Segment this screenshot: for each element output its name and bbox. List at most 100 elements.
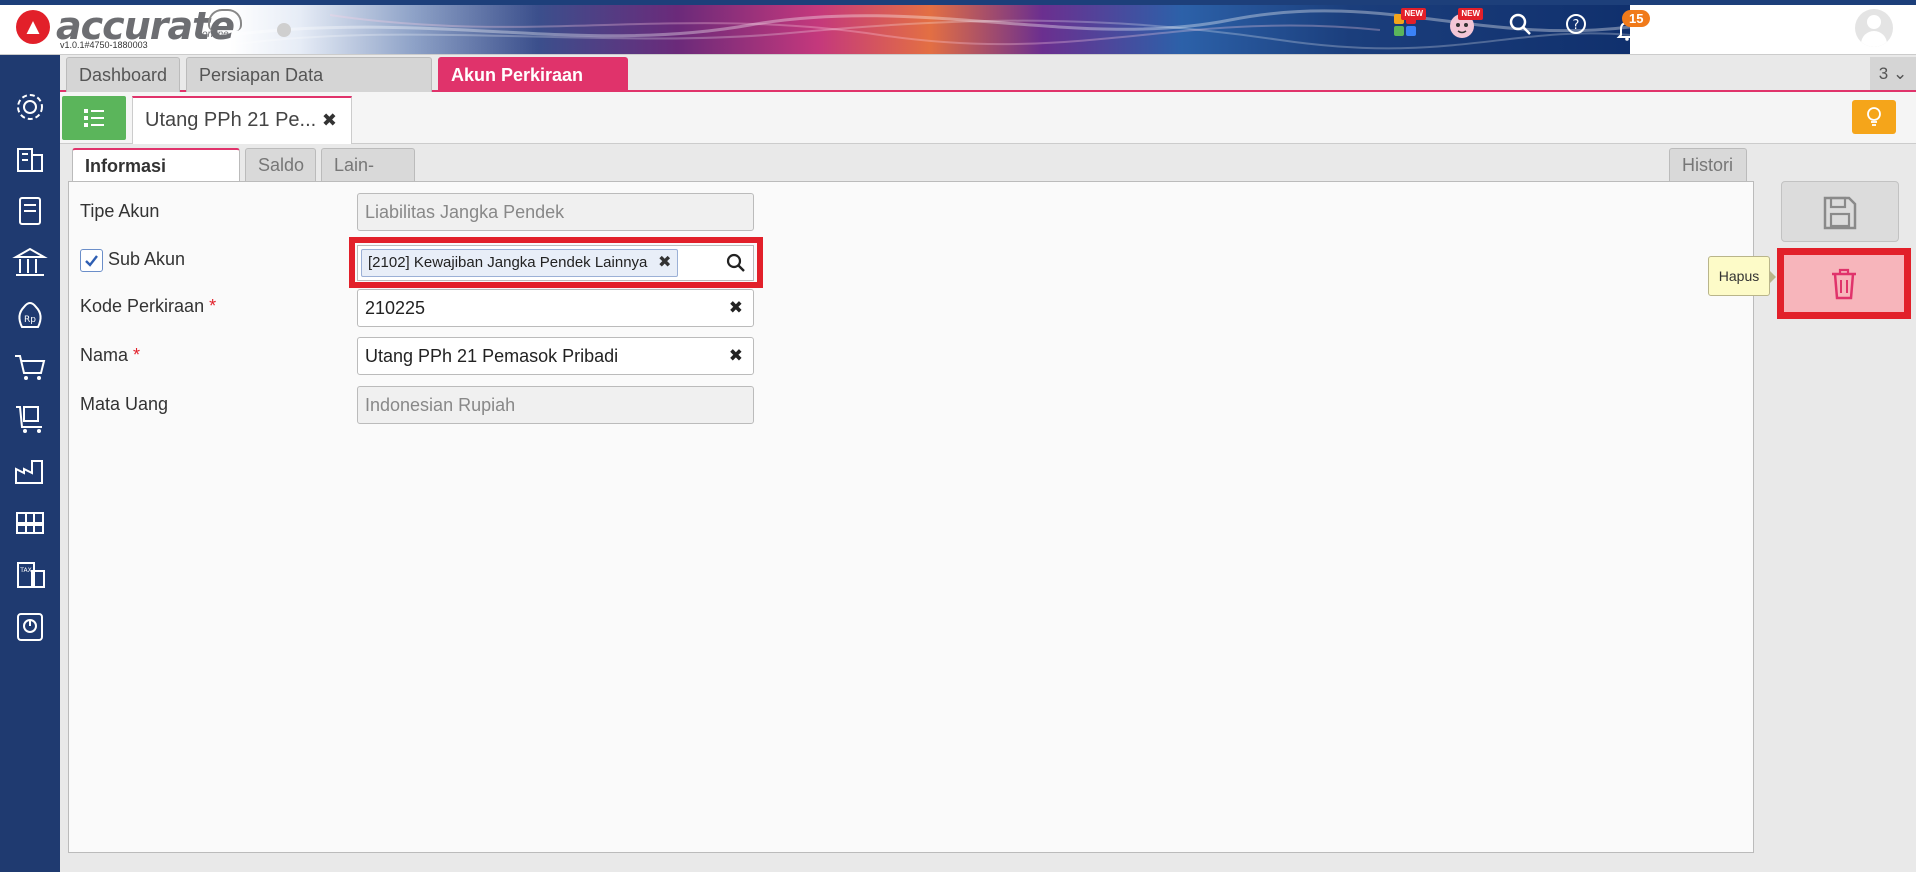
status-dot (277, 23, 291, 37)
close-icon[interactable]: ✖ (322, 98, 337, 142)
user-name: Siti Fauziah (1772, 34, 1840, 49)
report-icon (17, 613, 43, 641)
nav-settings[interactable] (10, 87, 50, 127)
mascot-new-button[interactable]: NEW (1447, 8, 1483, 42)
tab-dashboard[interactable]: Dashboard (66, 57, 180, 92)
clear-icon[interactable]: ✖ (729, 338, 743, 374)
app-version: v1.0.1#4750-1880003 (60, 40, 148, 50)
search-button[interactable] (1505, 12, 1535, 42)
nav-sales[interactable] (10, 347, 50, 387)
floppy-disk-icon (1823, 196, 1857, 230)
kode-perkiraan-label: Kode Perkiraan * (80, 296, 216, 317)
nav-reports[interactable] (10, 607, 50, 647)
form-panel (68, 181, 1754, 853)
company-info[interactable]: CV Mitra Spesialis Siti Fauziah (1685, 10, 1840, 49)
accurate-logo-icon: ▲ (16, 10, 50, 44)
mata-uang-field[interactable]: Indonesian Rupiah (357, 386, 754, 424)
tab-histori[interactable]: Histori (1669, 148, 1747, 182)
content-tab-bar: Informasi Umum Saldo Lain-lain Histori (72, 148, 1754, 208)
tab-label: Saldo (258, 155, 305, 175)
nav-inventory[interactable] (10, 451, 50, 491)
company-name: CV Mitra Spesialis (1684, 10, 1840, 31)
tipe-akun-field[interactable]: Liabilitas Jangka Pendek (357, 193, 754, 231)
sub-akun-label: Sub Akun (108, 249, 186, 269)
tab-count-value: 3 (1878, 64, 1889, 83)
chevron-down-icon: ⌄ (1892, 64, 1908, 83)
help-icon: ? (1566, 14, 1586, 34)
cloud-icon (208, 9, 242, 31)
tab-informasi-umum[interactable]: Informasi Umum (72, 148, 240, 208)
tax-icon: TAX (17, 562, 45, 588)
tipe-akun-label: Tipe Akun (80, 201, 160, 221)
cart-icon (15, 355, 46, 380)
help-button[interactable]: ? (1561, 12, 1591, 42)
sub-akun-field[interactable]: [2102] Kewajiban Jangka Pendek Lainnya ✖ (357, 245, 754, 281)
document-tab-label: Utang PPh 21 Pe... (145, 109, 317, 131)
svg-text:TAX: TAX (19, 567, 31, 574)
logo-suffix: online (202, 29, 229, 40)
left-navigation: Rp TAX (0, 55, 60, 872)
list-view-button[interactable] (62, 96, 126, 140)
avatar[interactable] (1855, 9, 1893, 47)
top-header: ▲ accurate online v1.0.1#4750-1880003 NE… (0, 0, 1916, 55)
search-icon[interactable] (725, 252, 747, 274)
tab-count-dropdown[interactable]: 3 ⌄ (1870, 57, 1916, 90)
required-mark: * (133, 345, 141, 365)
tab-label: Histori (1682, 155, 1734, 175)
avatar-body (1861, 31, 1887, 47)
new-badge: NEW (1401, 8, 1426, 20)
nama-input[interactable]: Utang PPh 21 Pemasok Pribadi ✖ (357, 337, 754, 375)
delete-tooltip: Hapus (1708, 256, 1776, 296)
svg-text:?: ? (1573, 18, 1580, 33)
clear-icon[interactable]: ✖ (729, 290, 743, 326)
tab-akun-perkiraan[interactable]: Akun Perkiraan ✖ (438, 57, 628, 119)
sub-akun-chip[interactable]: [2102] Kewajiban Jangka Pendek Lainnya ✖ (361, 249, 679, 277)
nav-company[interactable] (10, 139, 50, 179)
trash-icon (1832, 268, 1856, 300)
tips-button[interactable] (1852, 100, 1896, 134)
delivery-cart-icon (16, 406, 42, 433)
document-bar: Utang PPh 21 Pe... ✖ (60, 92, 1916, 144)
required-mark: * (209, 296, 217, 316)
gear-icon (17, 94, 43, 120)
notification-count-badge: 15 (1622, 10, 1651, 27)
list-icon (84, 109, 104, 127)
bank-icon (12, 247, 48, 276)
tab-persiapan-data-perusahaan[interactable]: Persiapan Data Perusahaan (186, 57, 432, 119)
tab-label: Dashboard (79, 65, 168, 85)
kode-perkiraan-input[interactable]: 210225 ✖ (357, 289, 754, 327)
tab-label: Akun Perkiraan (451, 65, 584, 85)
tab-saldo[interactable]: Saldo (245, 148, 316, 182)
document-tab[interactable]: Utang PPh 21 Pe... ✖ (132, 96, 352, 144)
chevron-down-icon[interactable]: ▾ (1899, 22, 1905, 36)
search-icon (1509, 13, 1531, 35)
money-bag-icon: Rp (18, 302, 42, 328)
nav-tax[interactable]: TAX (10, 555, 50, 595)
nav-money[interactable]: Rp (10, 295, 50, 335)
company-icon (17, 148, 43, 172)
main-tab-bar: Dashboard Persiapan Data Perusahaan Akun… (60, 55, 1916, 119)
checkmark-icon (85, 255, 98, 267)
nav-purchase[interactable] (10, 399, 50, 439)
mata-uang-label: Mata Uang (80, 394, 169, 414)
lightbulb-icon (1867, 107, 1881, 126)
factory-icon (15, 460, 43, 484)
svg-text:Rp: Rp (24, 315, 36, 325)
tab-lain-lain[interactable]: Lain-lain (321, 148, 415, 207)
warehouse-icon (16, 512, 44, 534)
nama-value: Utang PPh 21 Pemasok Pribadi (365, 346, 619, 366)
sub-akun-checkbox[interactable] (80, 249, 103, 272)
kode-perkiraan-label-text: Kode Perkiraan (80, 296, 205, 316)
save-button[interactable] (1781, 181, 1899, 242)
sub-akun-chip-label: [2102] Kewajiban Jangka Pendek Lainnya (368, 254, 648, 271)
apps-new-button[interactable]: NEW (1390, 8, 1426, 42)
remove-icon[interactable]: ✖ (658, 250, 671, 276)
nav-warehouse[interactable] (10, 503, 50, 543)
nav-bank[interactable] (10, 243, 50, 283)
nama-label: Nama * (80, 345, 140, 366)
nama-label-text: Nama (80, 345, 129, 365)
ledger-icon (19, 197, 41, 225)
accurate-logo[interactable]: ▲ accurate online v1.0.1#4750-1880003 (12, 4, 242, 52)
nav-ledger[interactable] (10, 191, 50, 231)
delete-button[interactable] (1784, 255, 1904, 312)
